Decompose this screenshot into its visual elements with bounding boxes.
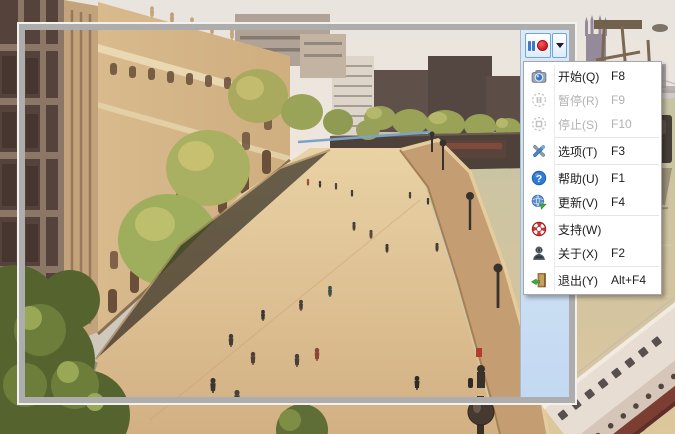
- record-pause-button[interactable]: [525, 33, 551, 58]
- menu-item-label: 关于(X): [554, 245, 611, 262]
- start-capture-icon: [524, 68, 554, 84]
- menu-item-shortcut: F1: [611, 171, 661, 185]
- help-icon: ?: [524, 170, 554, 186]
- exit-door-icon: [524, 272, 554, 288]
- menu-item-support[interactable]: 支持(W): [524, 217, 661, 241]
- pause-icon: [532, 41, 535, 51]
- menu-item-pause[interactable]: 暂停(R) F9: [524, 88, 661, 112]
- about-icon: [524, 245, 554, 261]
- menu-item-help[interactable]: ? 帮助(U) F1: [524, 166, 661, 190]
- menu-item-stop[interactable]: 停止(S) F10: [524, 112, 661, 136]
- menu-item-shortcut: F4: [611, 195, 661, 209]
- menu-item-label: 帮助(U): [554, 170, 611, 187]
- screen-recorder-app: 开始(Q) F8 暂停(R) F9 停止(S) F10: [0, 0, 675, 434]
- menu-item-shortcut: F2: [611, 246, 661, 260]
- update-globe-icon: [524, 194, 554, 210]
- pause-circle-icon: [524, 92, 554, 108]
- menu-item-label: 暂停(R): [554, 92, 611, 109]
- menu-item-label: 退出(Y): [554, 272, 611, 289]
- capture-region-border: [19, 24, 575, 403]
- menu-item-exit[interactable]: 退出(Y) Alt+F4: [524, 268, 661, 292]
- menu-item-start[interactable]: 开始(Q) F8: [524, 64, 661, 88]
- menu-item-label: 开始(Q): [554, 68, 611, 85]
- menu-separator: [555, 164, 659, 165]
- pause-icon: [528, 41, 531, 51]
- menu-item-label: 更新(V): [554, 194, 611, 211]
- menu-item-update[interactable]: 更新(V) F4: [524, 190, 661, 214]
- recorder-context-menu: 开始(Q) F8 暂停(R) F9 停止(S) F10: [523, 61, 662, 295]
- svg-text:?: ?: [536, 174, 542, 185]
- menu-item-label: 支持(W): [554, 221, 611, 238]
- options-tools-icon: [524, 143, 554, 159]
- menu-item-shortcut: Alt+F4: [611, 273, 661, 287]
- stop-circle-icon: [524, 116, 554, 132]
- menu-item-shortcut: F9: [611, 93, 661, 107]
- menu-item-shortcut: F10: [611, 117, 661, 131]
- menu-item-label: 选项(T): [554, 143, 611, 160]
- record-icon: [537, 40, 548, 51]
- capture-region-frame[interactable]: [17, 22, 577, 405]
- menu-item-shortcut: F8: [611, 69, 661, 83]
- menu-separator: [555, 215, 659, 216]
- menu-item-about[interactable]: 关于(X) F2: [524, 241, 661, 265]
- menu-separator: [555, 266, 659, 267]
- menu-item-shortcut: F3: [611, 144, 661, 158]
- menu-dropdown-button[interactable]: [552, 33, 567, 58]
- menu-item-options[interactable]: 选项(T) F3: [524, 139, 661, 163]
- menu-separator: [555, 137, 659, 138]
- menu-item-label: 停止(S): [554, 116, 611, 133]
- dropdown-arrow-icon: [556, 43, 564, 48]
- support-lifebuoy-icon: [524, 221, 554, 237]
